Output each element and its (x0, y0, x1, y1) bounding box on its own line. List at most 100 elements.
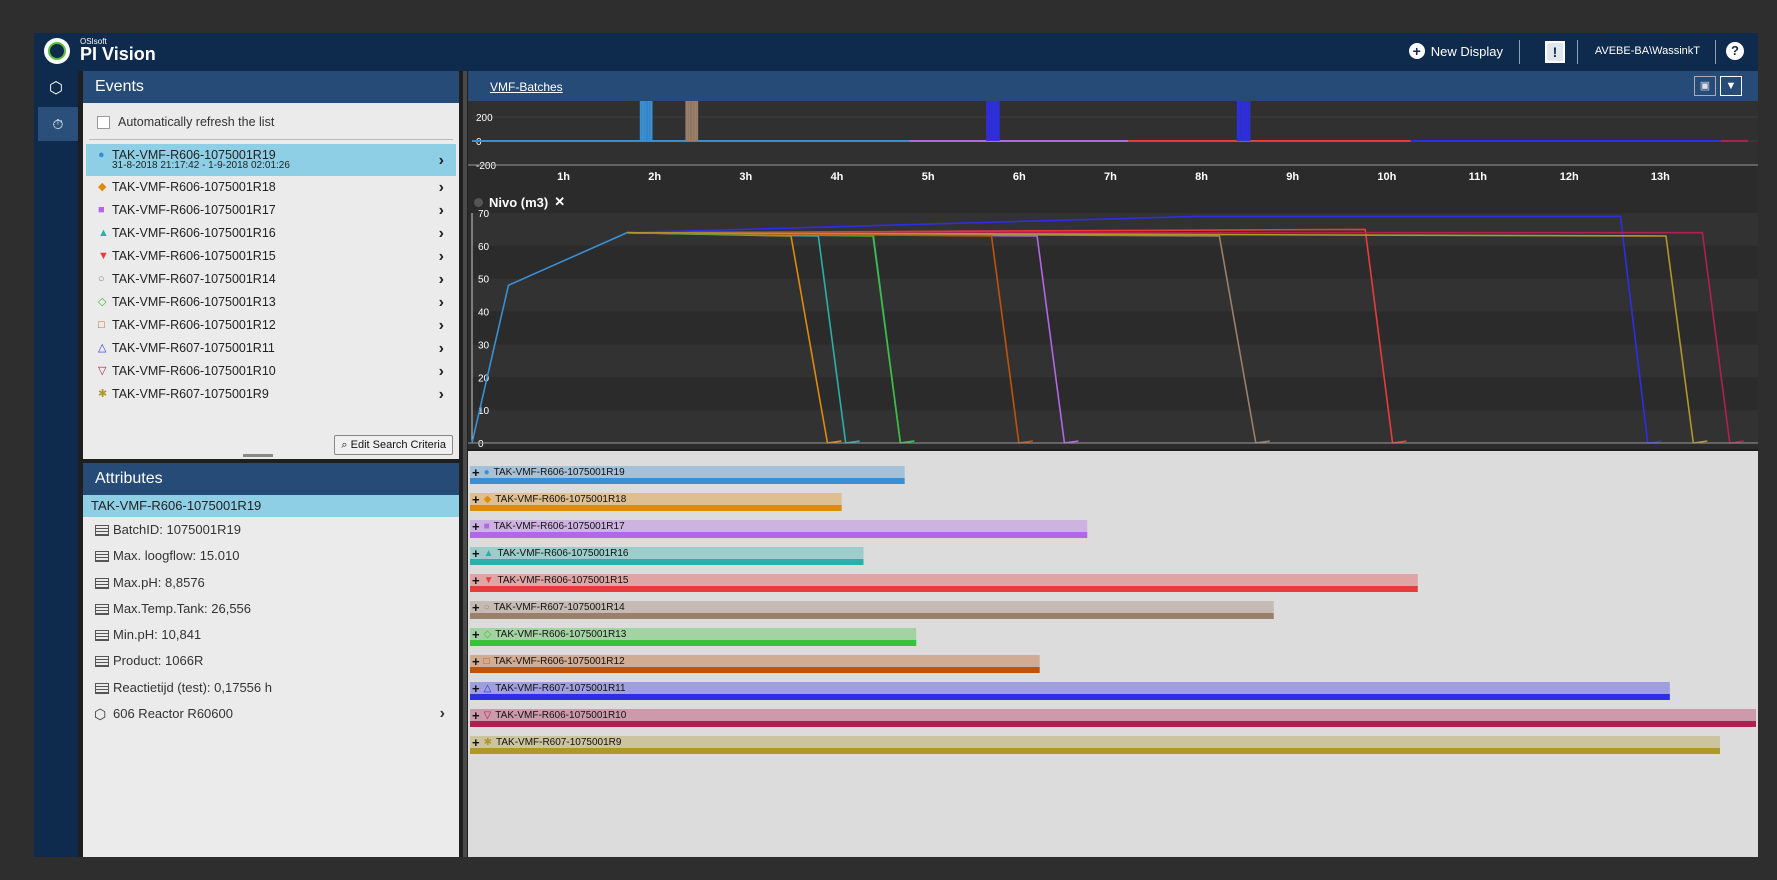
checkbox-icon[interactable] (97, 115, 110, 129)
vertical-splitter[interactable] (463, 71, 467, 857)
asset-link[interactable]: ⬡ 606 Reactor R60600 › (83, 701, 459, 727)
gantt-row-label[interactable]: + ▲ TAK-VMF-R606-1075001R16 (472, 546, 629, 561)
chevron-right-icon[interactable]: › (439, 291, 444, 314)
x-tick-label: 9h (1286, 448, 1299, 449)
x-tick-label: 1h (557, 448, 570, 449)
event-item[interactable]: ◆ TAK-VMF-R606-1075001R18 › (86, 176, 456, 199)
event-item[interactable]: ▲ TAK-VMF-R606-1075001R16 › (86, 222, 456, 245)
gantt-row-label[interactable]: + △ TAK-VMF-R607-1075001R11 (472, 681, 626, 696)
attribute-text: Min.pH: 10,841 (113, 627, 202, 643)
auto-refresh-checkbox[interactable]: Automatically refresh the list (97, 115, 274, 129)
grid-band (472, 278, 1758, 312)
event-item[interactable]: ✱ TAK-VMF-R607-1075001R9 › (86, 383, 456, 406)
event-item[interactable]: ○ TAK-VMF-R607-1075001R14 › (86, 268, 456, 291)
attribute-text: Reactietijd (test): 0,17556 h (113, 679, 272, 695)
expand-plus-icon[interactable]: + (472, 681, 480, 696)
chevron-right-icon[interactable]: › (439, 383, 444, 406)
save-icon[interactable]: ▣ (1694, 76, 1716, 96)
attribute-text: Product: 1066R (113, 653, 204, 669)
osisoft-logo[interactable] (44, 38, 70, 64)
y-tick-label: 50 (478, 275, 490, 286)
event-marker-icon: ◆ (98, 181, 107, 193)
chevron-right-icon[interactable]: › (439, 337, 444, 360)
expand-plus-icon[interactable]: + (472, 519, 480, 534)
new-display-button[interactable]: + New Display (1408, 43, 1503, 59)
event-item[interactable]: △ TAK-VMF-R607-1075001R11 › (86, 337, 456, 360)
x-tick-label: 9h (1286, 171, 1299, 183)
expand-plus-icon[interactable]: + (472, 492, 480, 507)
gantt-bar[interactable] (470, 748, 1720, 754)
chevron-right-icon[interactable]: › (439, 314, 444, 337)
chevron-right-icon[interactable]: › (439, 245, 444, 268)
expand-plus-icon[interactable]: + (472, 546, 480, 561)
gantt-row-label[interactable]: + □ TAK-VMF-R606-1075001R12 (472, 654, 625, 669)
expand-plus-icon[interactable]: + (472, 627, 480, 642)
grid-band (472, 410, 1758, 443)
chevron-right-icon[interactable]: › (439, 268, 444, 291)
dropdown-icon[interactable]: ▼ (1720, 76, 1742, 96)
expand-plus-icon[interactable]: + (472, 708, 480, 723)
events-header: Events (83, 71, 459, 103)
user-name[interactable]: AVEBE-BA\WassinkT (1595, 45, 1700, 57)
grid-band (472, 213, 1758, 246)
top-bar: OSIsoft PI Vision + New Display ! AVEBE-… (34, 33, 1758, 71)
x-tick-label: 6h (1013, 448, 1026, 449)
gantt-event-name: TAK-VMF-R607-1075001R14 (493, 602, 625, 613)
x-tick-label: 7h (1104, 171, 1117, 183)
chevron-right-icon[interactable]: › (439, 176, 444, 199)
event-marker-icon: ○ (483, 602, 490, 613)
attribute-item[interactable]: BatchID: 1075001R19 (83, 517, 459, 543)
new-display-label: New Display (1430, 43, 1503, 59)
event-item[interactable]: □ TAK-VMF-R606-1075001R12 › (86, 314, 456, 337)
y-tick-label: 0 (476, 137, 482, 148)
close-icon[interactable]: ✕ (554, 194, 565, 210)
display-name-link[interactable]: VMF-Batches (490, 80, 563, 94)
event-item[interactable]: ● TAK-VMF-R606-1075001R19 31-8-2018 21:17:… (86, 144, 456, 176)
attribute-item[interactable]: Max.pH: 8,8576 (83, 570, 459, 596)
event-item[interactable]: ■ TAK-VMF-R606-1075001R17 › (86, 199, 456, 222)
gantt-row-label[interactable]: + ○ TAK-VMF-R607-1075001R14 (472, 600, 625, 615)
event-name: TAK-VMF-R607-1075001R9 (112, 387, 269, 401)
gantt-event-name: TAK-VMF-R606-1075001R16 (497, 548, 629, 559)
plus-circle-icon: + (1408, 43, 1425, 59)
expand-plus-icon[interactable]: + (472, 654, 480, 669)
expand-plus-icon[interactable]: + (472, 573, 480, 588)
resize-handle[interactable] (243, 454, 273, 457)
chevron-right-icon[interactable]: › (439, 199, 444, 222)
gantt-bar[interactable] (470, 721, 1756, 727)
chevron-right-icon[interactable]: › (439, 149, 444, 172)
divider (1715, 40, 1716, 64)
event-marker-icon: ● (483, 467, 490, 478)
gantt-row-label[interactable]: + ▼ TAK-VMF-R606-1075001R15 (472, 573, 629, 588)
help-icon[interactable]: ? (1726, 42, 1744, 60)
event-item[interactable]: ▽ TAK-VMF-R606-1075001R10 › (86, 360, 456, 383)
expand-plus-icon[interactable]: + (472, 600, 480, 615)
chevron-right-icon[interactable]: › (440, 701, 445, 727)
gantt-row-label[interactable]: + ◇ TAK-VMF-R606-1075001R13 (472, 627, 626, 642)
edit-search-criteria-button[interactable]: ⌕ Edit Search Criteria (334, 435, 453, 455)
event-name: TAK-VMF-R606-1075001R16 (112, 226, 276, 240)
expand-plus-icon[interactable]: + (472, 465, 480, 480)
gantt-row-label[interactable]: + ▽ TAK-VMF-R606-1075001R10 (472, 708, 626, 723)
gantt-bar[interactable] (470, 694, 1670, 700)
gantt-row-label[interactable]: + ● TAK-VMF-R606-1075001R19 (472, 465, 625, 480)
event-item[interactable]: ▼ TAK-VMF-R606-1075001R15 › (86, 245, 456, 268)
attribute-item[interactable]: Product: 1066R (83, 648, 459, 674)
gantt-row-label[interactable]: + ■ TAK-VMF-R606-1075001R17 (472, 519, 625, 534)
attribute-item[interactable]: Min.pH: 10,841 (83, 622, 459, 648)
y-tick-label: -200 (476, 161, 496, 172)
trend-chart[interactable]: 200 0 -200 1h 2h 3h 4h 5h 6h 7h 8h 9h 10h 11h 12h 13h 70… (468, 101, 1758, 449)
asset-cube-icon[interactable]: ⬡ (46, 78, 66, 98)
attribute-item[interactable]: Reactietijd (test): 0,17556 h (83, 675, 459, 701)
event-item[interactable]: ◇ TAK-VMF-R606-1075001R13 › (86, 291, 456, 314)
events-stopwatch-icon[interactable]: ⏱ (38, 107, 78, 141)
attribute-item[interactable]: Max.Temp.Tank: 26,556 (83, 596, 459, 622)
x-tick-label: 1h (557, 171, 570, 183)
chevron-right-icon[interactable]: › (439, 360, 444, 383)
gantt-row-label[interactable]: + ✱ TAK-VMF-R607-1075001R9 (472, 735, 621, 750)
gantt-row-label[interactable]: + ◆ TAK-VMF-R606-1075001R18 (472, 492, 626, 507)
alert-icon[interactable]: ! (1545, 41, 1565, 63)
attribute-item[interactable]: Max. loogflow: 15.010 (83, 543, 459, 569)
chevron-right-icon[interactable]: › (439, 222, 444, 245)
expand-plus-icon[interactable]: + (472, 735, 480, 750)
